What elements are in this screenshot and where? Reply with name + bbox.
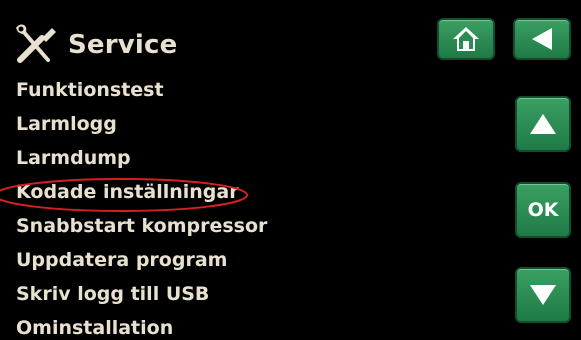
menu-item-skriv-logg-till-usb[interactable]: Skriv logg till USB [16, 281, 267, 315]
back-button[interactable] [513, 18, 571, 60]
scroll-up-button[interactable] [515, 96, 571, 152]
up-arrow-icon [530, 114, 556, 134]
ok-label: OK [527, 199, 559, 221]
page-title: Service [68, 30, 178, 60]
back-arrow-icon [532, 28, 552, 50]
menu-item-funktionstest[interactable]: Funktionstest [16, 77, 267, 111]
down-arrow-icon [530, 285, 556, 305]
tools-icon [16, 24, 56, 63]
scroll-down-button[interactable] [515, 267, 571, 323]
menu-item-ominstallation[interactable]: Ominstallation [16, 315, 267, 340]
menu-item-snabbstart-kompressor[interactable]: Snabbstart kompressor [16, 213, 267, 247]
home-icon [453, 27, 479, 51]
home-button[interactable] [437, 18, 495, 60]
service-menu: Funktionstest Larmlogg Larmdump Kodade i… [16, 77, 267, 340]
menu-item-larmlogg[interactable]: Larmlogg [16, 111, 267, 145]
header: Service [12, 20, 178, 70]
ok-button[interactable]: OK [515, 182, 571, 238]
menu-item-uppdatera-program[interactable]: Uppdatera program [16, 247, 267, 281]
menu-item-larmdump[interactable]: Larmdump [16, 145, 267, 179]
menu-item-kodade-installningar[interactable]: Kodade inställningar [16, 179, 267, 213]
service-screen: Service Funktionstest Larmlogg Larmdump … [0, 0, 581, 340]
